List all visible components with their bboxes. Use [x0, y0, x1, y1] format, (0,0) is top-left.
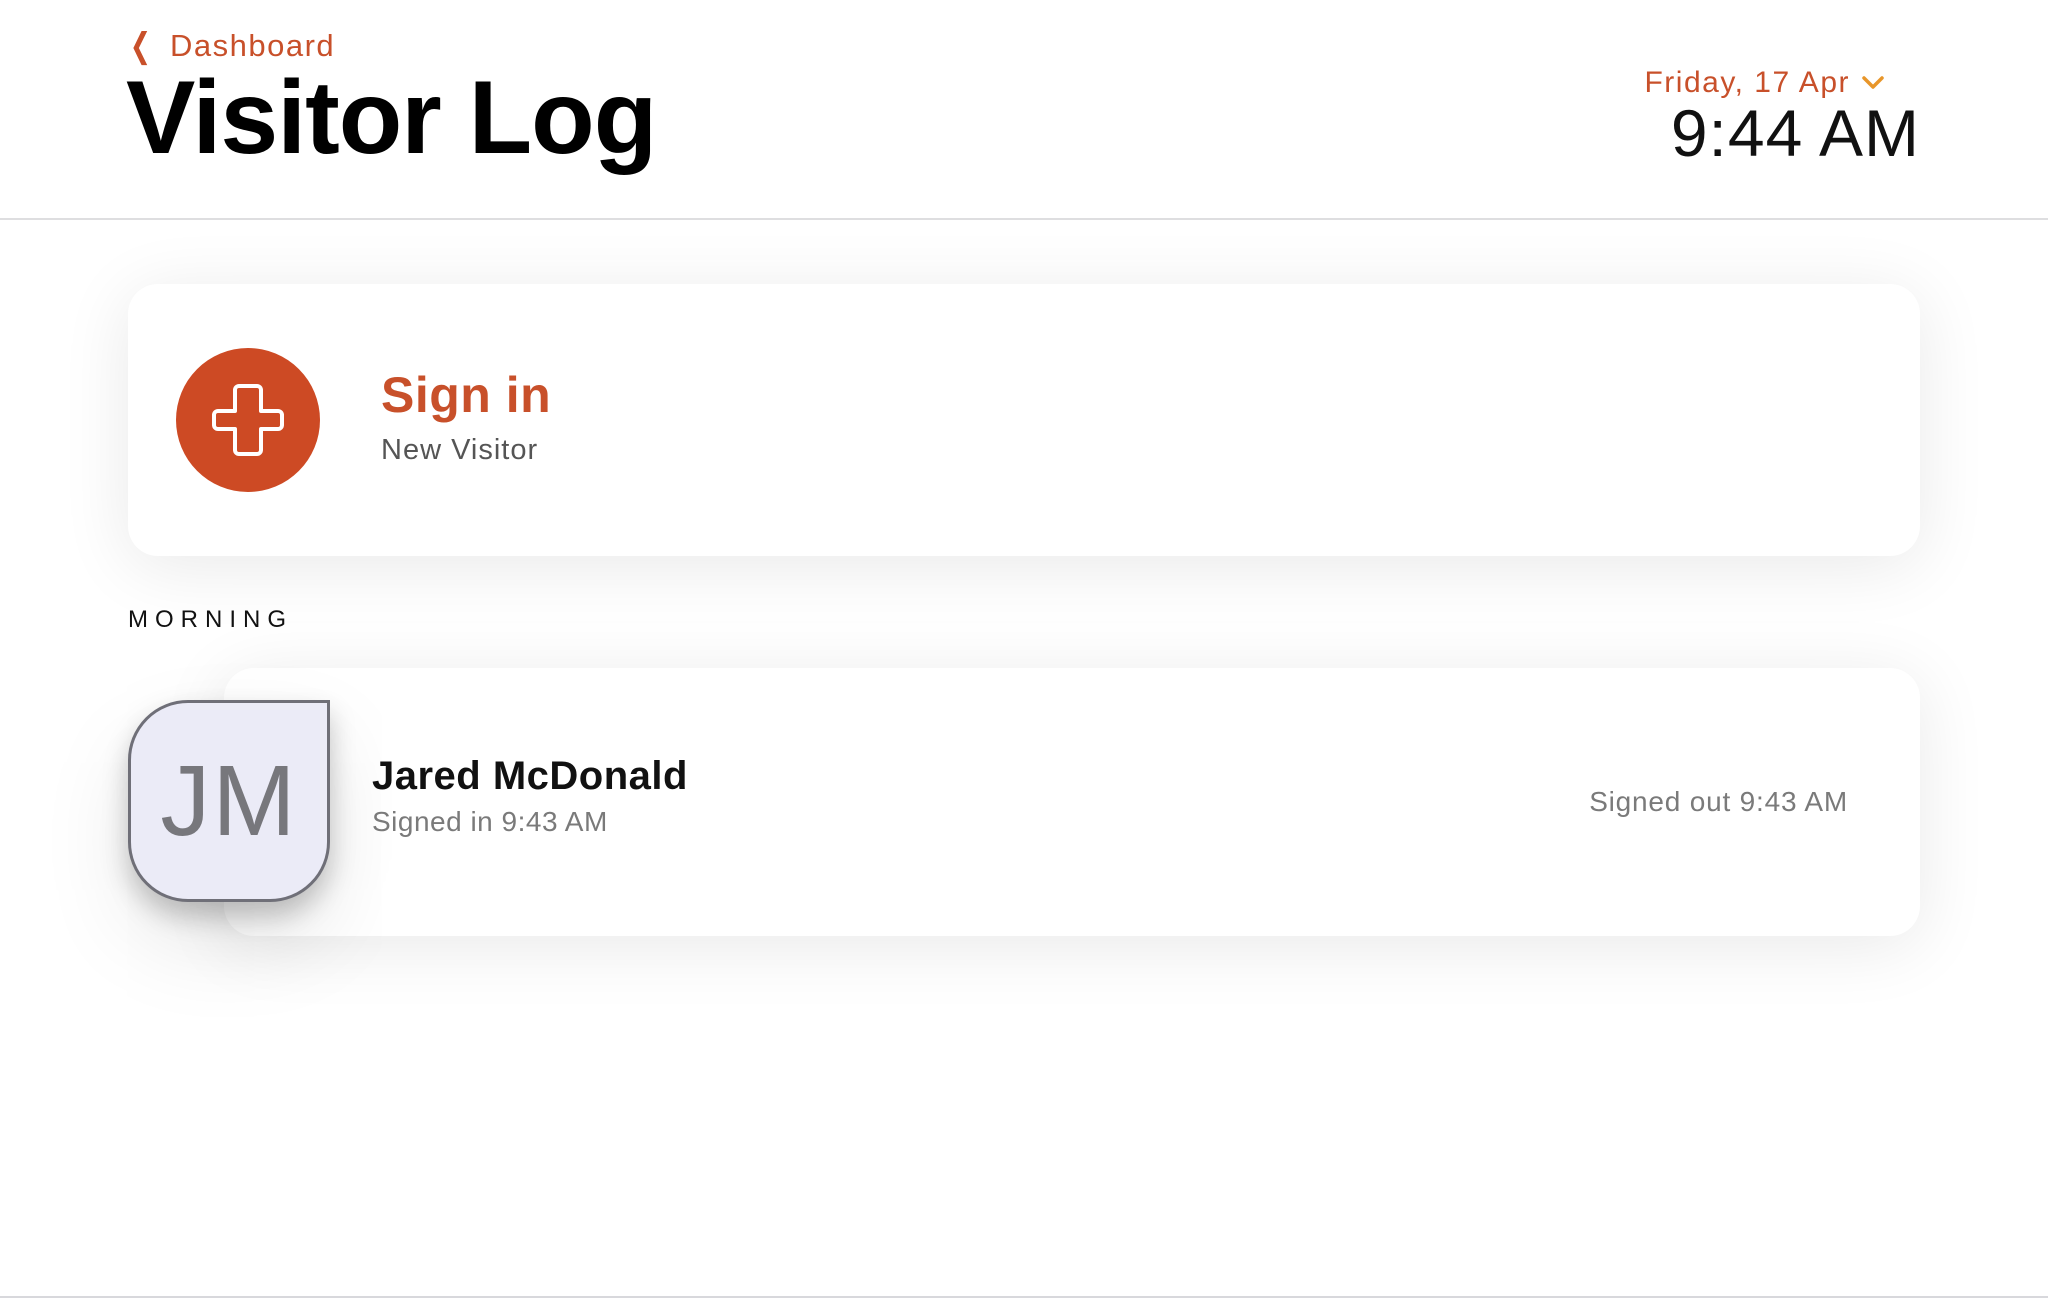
sign-in-title: Sign in — [381, 367, 552, 423]
visitor-name: Jared McDonald — [372, 754, 688, 798]
current-time: 9:44 AM — [1670, 96, 1920, 170]
date-picker[interactable]: Friday, 17 Apr — [1644, 66, 1884, 100]
visitor-signed-out-time: Signed out 9:43 AM — [1589, 786, 1848, 817]
sign-in-new-visitor-card[interactable]: Sign in New Visitor — [128, 284, 1920, 556]
back-link-label: Dashboard — [170, 28, 336, 63]
plus-icon — [212, 384, 284, 456]
sign-in-plus-button[interactable] — [176, 348, 320, 492]
page-title: Visitor Log — [126, 60, 657, 176]
chevron-down-icon — [1862, 76, 1884, 89]
sign-in-subtitle: New Visitor — [381, 434, 539, 466]
avatar: JM — [128, 700, 330, 902]
date-label: Friday, 17 Apr — [1644, 66, 1850, 99]
header: ❮ Dashboard Visitor Log Friday, 17 Apr 9… — [0, 0, 2048, 220]
visitor-signed-in-time: Signed in 9:43 AM — [372, 806, 608, 837]
section-label-morning: MORNING — [128, 606, 293, 633]
